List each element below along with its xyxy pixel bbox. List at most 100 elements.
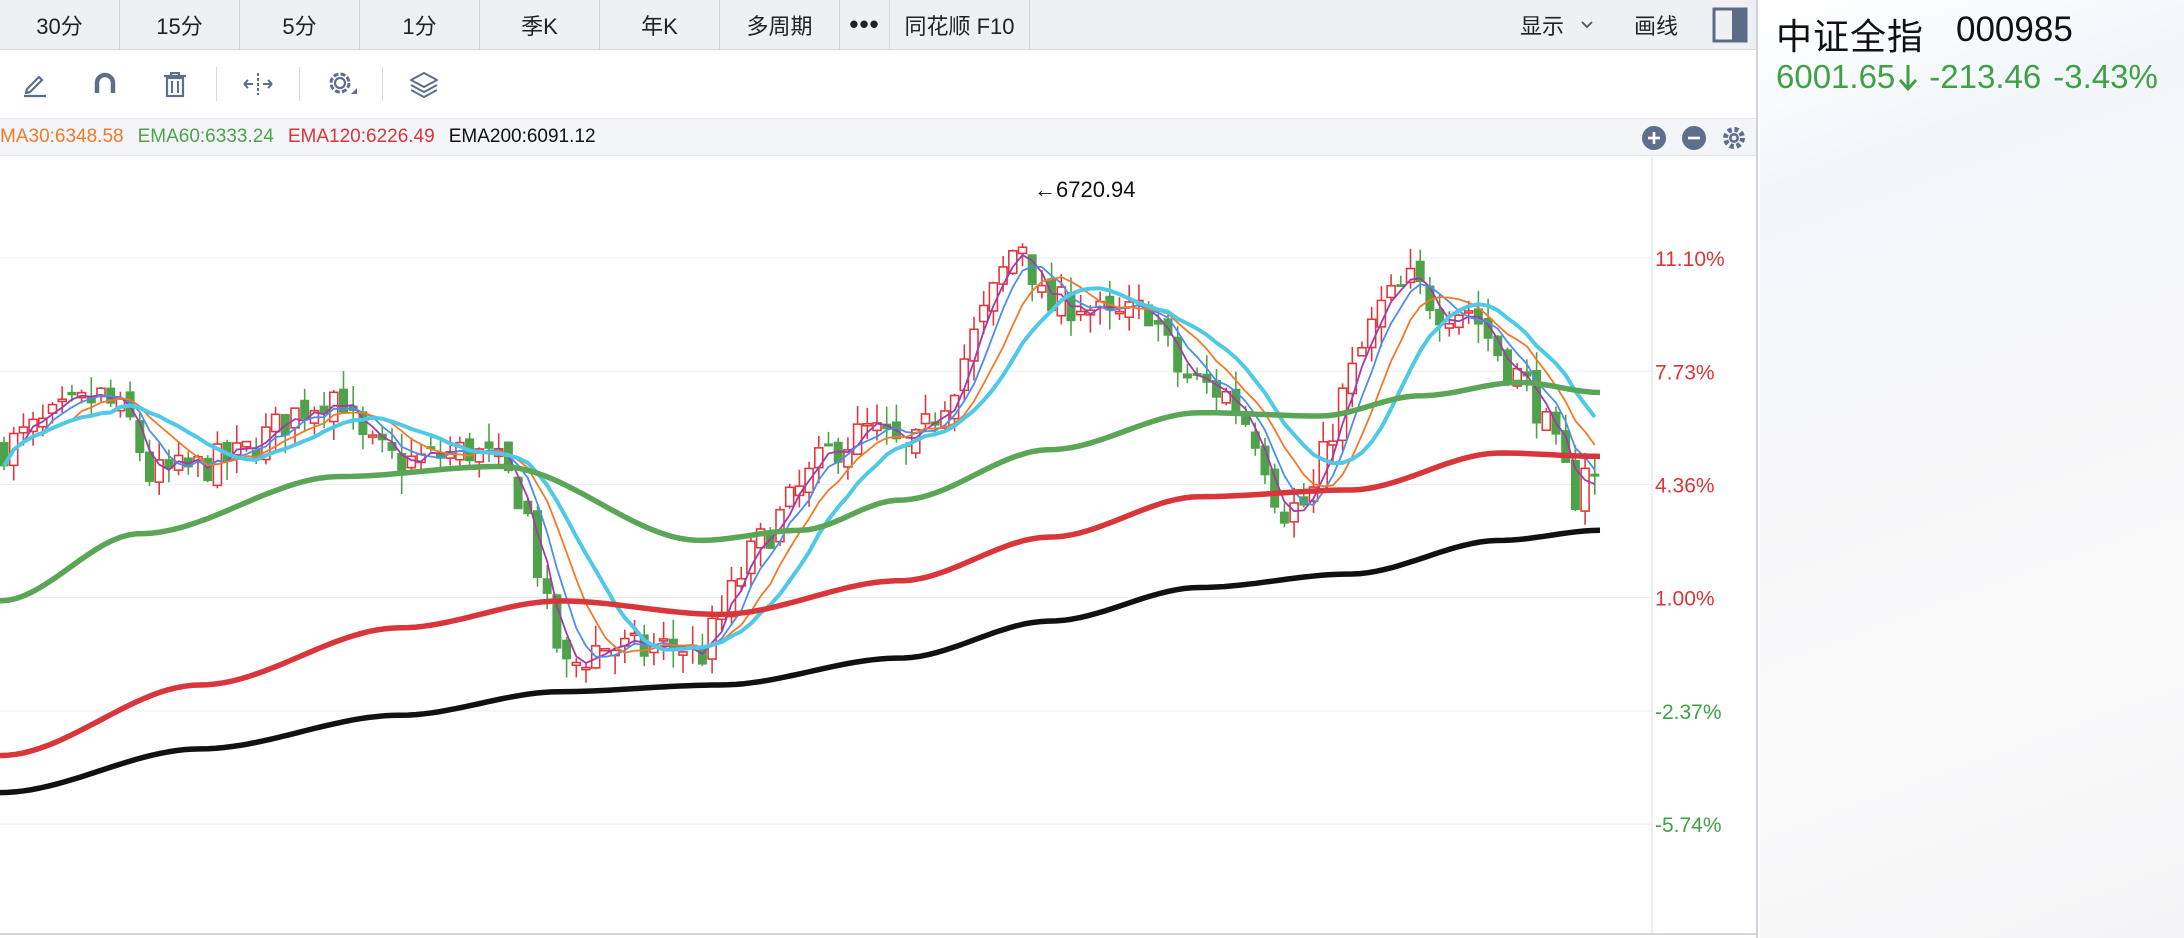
candle-body-down	[824, 443, 833, 447]
legend-controls	[1628, 124, 1748, 152]
ma-cyan-line	[2, 286, 1597, 652]
axis-tick-label: 4.36%	[1655, 475, 1715, 498]
candle-body-up	[678, 651, 688, 656]
moving-average-legend: MA30:6348.58 EMA60:6333.24 EMA120:6226.4…	[0, 118, 1756, 156]
candle-body-up	[1075, 310, 1086, 316]
chart-bottom-border	[0, 933, 1756, 935]
candle-body-down	[1590, 473, 1600, 477]
display-dropdown[interactable]: 显示	[1520, 9, 1594, 41]
candle-body-up	[367, 434, 378, 438]
candle-body-up	[1541, 410, 1552, 432]
ma30-value: MA30:6348.58	[0, 126, 124, 147]
period-high-label: ←6720.94	[1034, 177, 1136, 202]
candle-body-up	[1037, 284, 1047, 293]
zoom-in-button[interactable]	[1640, 124, 1668, 152]
ema120-value: EMA120:6226.49	[287, 126, 435, 147]
candle-body-up	[290, 407, 300, 429]
tab-multi-period[interactable]: 多周期	[720, 0, 840, 50]
stock-code: 000985	[1956, 10, 2073, 49]
quote-panel: 中证全指 000985 6001.65 -213.46 -3.43%	[1760, 0, 2184, 938]
layers-tool-button[interactable]	[389, 51, 459, 117]
pen-tool-button[interactable]	[0, 51, 70, 117]
candle-body-up	[241, 440, 252, 448]
candle-body-down	[542, 578, 552, 594]
stock-name: 中证全指	[1776, 16, 1925, 57]
app-window: 30分 15分 5分 1分 季K 年K 多周期 ••• 同花顺 F10 显示 画…	[0, 0, 2184, 938]
price-change: -213.46	[1929, 58, 2042, 95]
axis-tick-label: 1.00%	[1655, 588, 1715, 611]
axis-tick-label: -5.74%	[1655, 814, 1722, 837]
candle-body-up	[969, 328, 979, 362]
zoom-out-button[interactable]	[1680, 124, 1708, 152]
toolbar-divider	[382, 67, 383, 101]
candle-body-up	[852, 423, 863, 455]
candle-body-up	[270, 413, 281, 433]
candle-body-up	[600, 647, 611, 652]
chart-gridlines	[0, 257, 1652, 825]
minus-circle-icon	[1682, 126, 1706, 150]
ema200-value: EMA200:6091.12	[448, 126, 596, 147]
candle-body-down	[562, 639, 572, 660]
kline-chart-canvas[interactable]: 11.10% 7.73% 4.36% 1.00% -2.37% -5.74% ←6720.…	[0, 157, 1756, 933]
price-change-percent: -3.43%	[2053, 58, 2158, 95]
period-toolbar-right: 显示 画线	[1520, 0, 1756, 50]
tab-year-k[interactable]: 年K	[600, 0, 720, 50]
tab-f10[interactable]: 同花顺 F10	[890, 0, 1030, 50]
candle-body-down	[145, 451, 154, 482]
toolbar-divider	[299, 67, 300, 101]
ma20-line	[3, 276, 1596, 654]
draw-line-button[interactable]: 画线	[1634, 9, 1678, 41]
quote-summary: 6001.65 -213.46 -3.43%	[1776, 58, 2158, 96]
percent-axis: 11.10% 7.73% 4.36% 1.00% -2.37% -5.74%	[1655, 248, 1725, 837]
candle-body-down	[1182, 373, 1192, 379]
tab-5min[interactable]: 5分	[240, 0, 360, 50]
candle-body-down	[203, 457, 213, 482]
candle-body-down	[1279, 511, 1289, 524]
candle-body-up	[1114, 310, 1125, 315]
candle-body-up	[18, 426, 29, 434]
candle-body-up	[1289, 502, 1299, 523]
candle-body-up	[862, 422, 873, 427]
candle-body-up	[920, 413, 931, 425]
more-periods-button[interactable]: •••	[840, 0, 890, 50]
drawing-toolbar	[0, 51, 1756, 117]
candle-body-up	[1463, 310, 1474, 314]
side-panel-toggle-icon[interactable]	[1712, 7, 1748, 43]
candle-body-down	[300, 399, 310, 419]
plus-circle-icon	[1642, 126, 1666, 150]
ema60-value: EMA60:6333.24	[137, 126, 274, 147]
axis-tick-label: 11.10%	[1655, 248, 1725, 271]
candle-body-up	[1017, 246, 1028, 255]
delete-tool-button[interactable]	[140, 51, 210, 117]
tab-15min[interactable]: 15分	[120, 0, 240, 50]
layers-icon	[410, 72, 438, 98]
arrow-down-icon	[1899, 65, 1918, 92]
candle-body-up	[658, 638, 669, 642]
period-toolbar: 30分 15分 5分 1分 季K 年K 多周期 ••• 同花顺 F10 显示 画…	[0, 0, 1756, 50]
gear-icon	[1723, 127, 1745, 149]
settings-tool-button[interactable]	[306, 51, 376, 117]
last-price: 6001.65	[1776, 58, 1896, 95]
kline-chart[interactable]: 11.10% 7.73% 4.36% 1.00% -2.37% -5.74% ←6720.…	[0, 157, 1756, 935]
candle-body-up	[1444, 322, 1455, 329]
range-measure-icon	[243, 73, 273, 95]
candle-body-up	[581, 666, 591, 671]
tab-1min[interactable]: 1分	[360, 0, 480, 50]
display-label: 显示	[1519, 13, 1564, 39]
magnet-tool-button[interactable]	[70, 51, 140, 117]
candle-body-up	[57, 398, 68, 403]
indicator-settings-button[interactable]	[1720, 124, 1748, 152]
candle-body-up	[978, 304, 989, 323]
candle-body-down	[484, 441, 494, 449]
magnet-icon	[94, 72, 116, 93]
candle-body-down	[1532, 370, 1542, 424]
tab-30min[interactable]: 30分	[0, 0, 120, 50]
pencil-icon	[24, 75, 46, 98]
ema200-line	[0, 527, 1601, 796]
range-tool-button[interactable]	[223, 51, 293, 117]
axis-tick-label: 7.73%	[1655, 361, 1715, 384]
moving-average-lines	[0, 254, 1601, 796]
axis-tick-label: -2.37%	[1655, 701, 1722, 724]
tab-quarter-k[interactable]: 季K	[480, 0, 600, 50]
candle-body-up	[571, 661, 582, 667]
